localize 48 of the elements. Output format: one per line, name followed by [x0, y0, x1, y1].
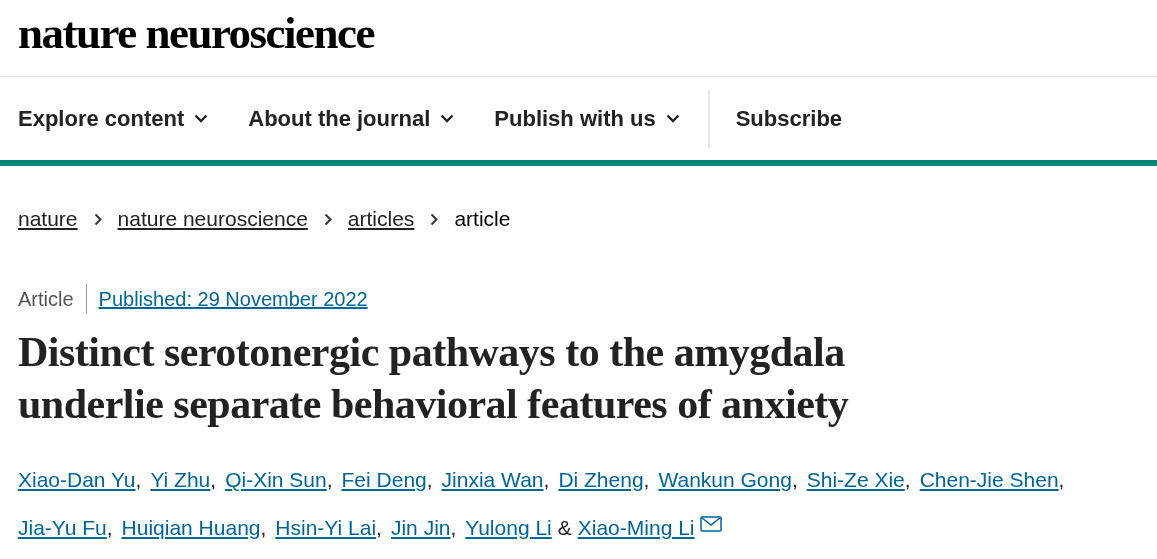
- author-link[interactable]: Di Zheng: [558, 468, 644, 492]
- author-link[interactable]: Chen-Jie Shen: [919, 468, 1059, 492]
- breadcrumb-link[interactable]: nature: [18, 207, 78, 231]
- breadcrumb-link[interactable]: articles: [347, 207, 415, 231]
- separator: ,: [543, 468, 550, 492]
- separator: ,: [326, 468, 333, 492]
- separator: ,: [260, 516, 267, 540]
- article-title: Distinct serotonergic pathways to the amygdala underlie separate behavioral features of anxiety: [18, 328, 850, 429]
- chevron-right-icon: [430, 212, 439, 226]
- nav-menu-button[interactable]: Explore content: [18, 105, 209, 132]
- chevron-right-icon: [323, 212, 332, 226]
- separator: ,: [210, 468, 217, 492]
- chevron-down-icon: [665, 114, 680, 123]
- nav-menu-button[interactable]: Publish with us: [494, 105, 680, 132]
- separator: ,: [376, 516, 382, 540]
- subscribe-link[interactable]: Subscribe: [735, 105, 843, 132]
- chevron-right-icon: [93, 212, 102, 226]
- author-link[interactable]: Huiqian Huang: [121, 516, 261, 540]
- separator: ,: [450, 516, 457, 540]
- author-link[interactable]: Xiao-Dan Yu: [18, 468, 136, 492]
- chevron-down-icon: [440, 114, 455, 123]
- author-link[interactable]: Jin Jin: [390, 516, 451, 540]
- author-link[interactable]: Fei Deng: [341, 468, 427, 492]
- published-date-link[interactable]: Published: 29 November 2022: [98, 287, 368, 311]
- separator: ,: [1058, 468, 1065, 492]
- email-icon[interactable]: [699, 516, 722, 532]
- author-link[interactable]: Hsin-Yi Lai: [275, 516, 377, 540]
- journal-logo[interactable]: nature neuroscience: [18, 7, 375, 59]
- breadcrumb-link[interactable]: nature neuroscience: [117, 207, 308, 231]
- chevron-down-icon: [194, 114, 209, 123]
- author-link[interactable]: Yulong Li: [465, 516, 552, 540]
- author-link[interactable]: Yi Zhu: [150, 468, 211, 492]
- author-link[interactable]: Wankun Gong: [658, 468, 792, 492]
- separator: ,: [904, 468, 911, 492]
- separator: ,: [135, 468, 142, 492]
- author-link[interactable]: Jia-Yu Fu: [18, 516, 107, 540]
- separator: ,: [426, 468, 433, 492]
- author-link[interactable]: Jinxia Wan: [441, 468, 544, 492]
- separator: ,: [106, 516, 113, 540]
- author-link[interactable]: Shi-Ze Xie: [806, 468, 905, 492]
- separator: ,: [791, 468, 798, 492]
- author-link[interactable]: Xiao-Ming Li: [577, 516, 695, 540]
- author-link[interactable]: Qi-Xin Sun: [225, 468, 327, 492]
- breadcrumb-current: article: [454, 207, 511, 231]
- article-type: Article: [18, 287, 74, 311]
- nav-menu-button[interactable]: About the journal: [248, 105, 455, 132]
- separator: &: [557, 516, 572, 540]
- separator: ,: [643, 468, 650, 492]
